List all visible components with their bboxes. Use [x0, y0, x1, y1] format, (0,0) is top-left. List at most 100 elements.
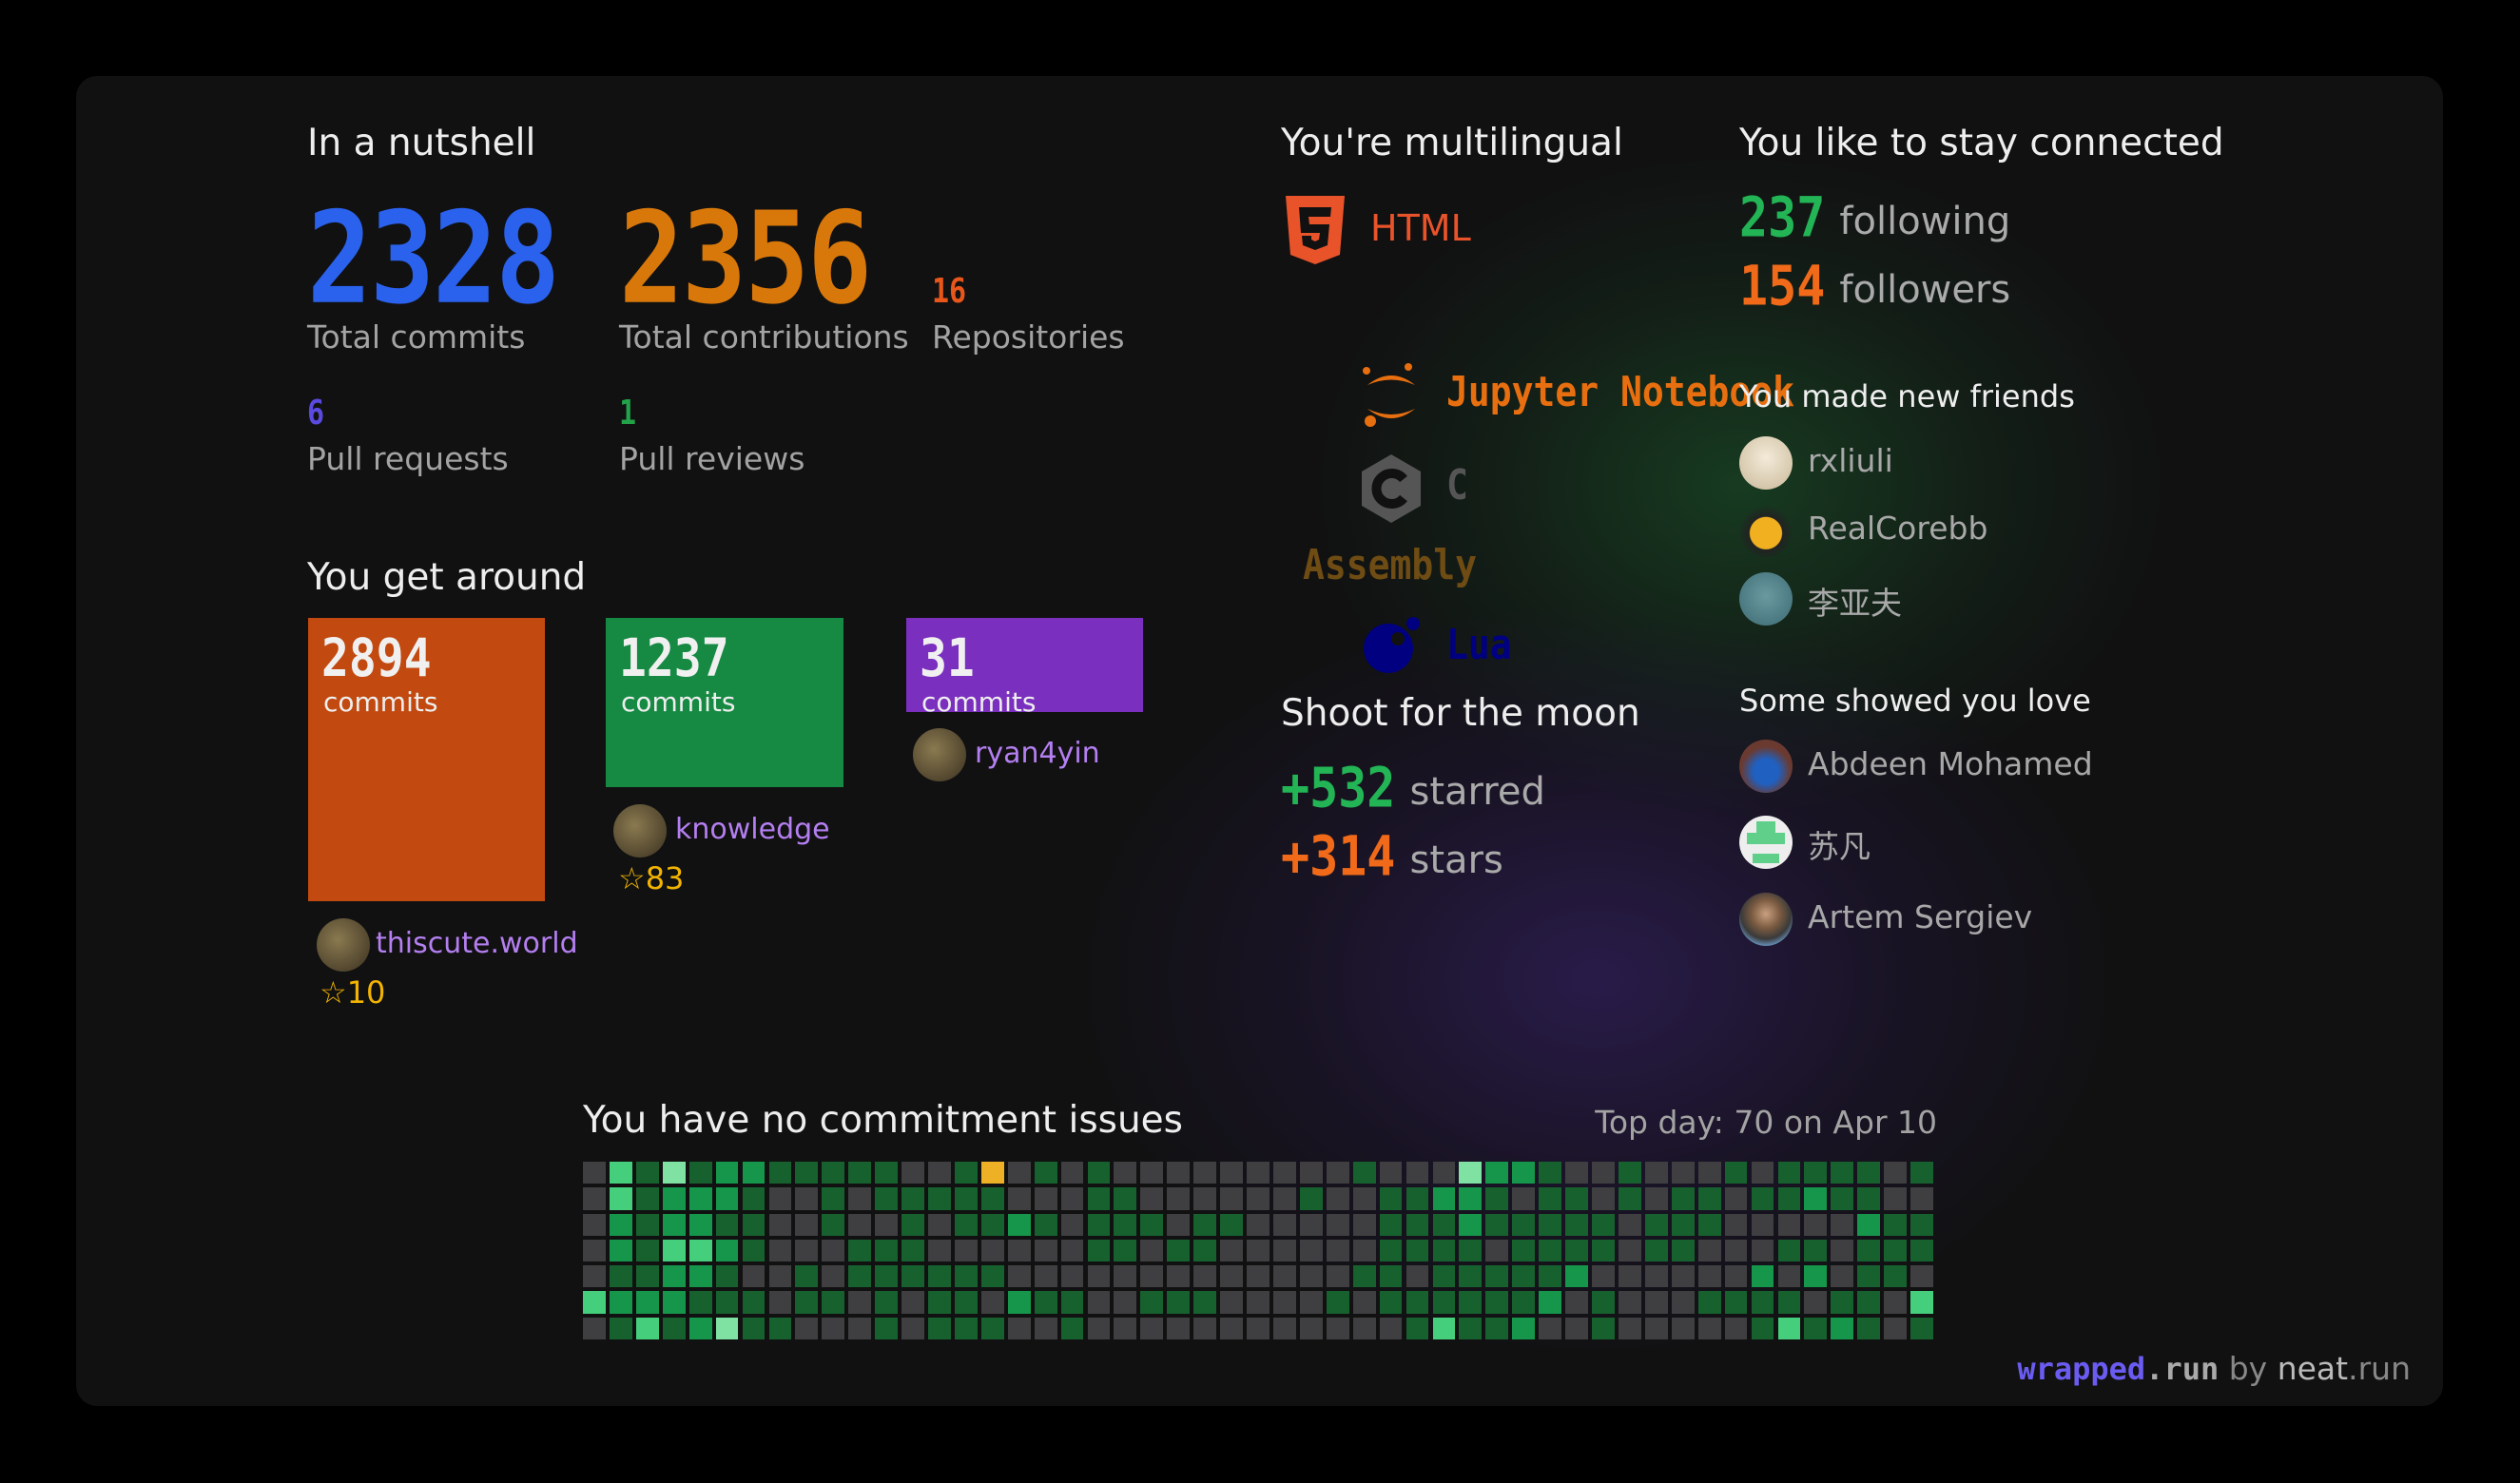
- contribution-cell[interactable]: [1087, 1213, 1111, 1236]
- contribution-cell[interactable]: [1618, 1265, 1641, 1288]
- contribution-cell[interactable]: [1565, 1213, 1588, 1236]
- contribution-cell[interactable]: [715, 1239, 739, 1262]
- contribution-cell[interactable]: [1804, 1239, 1828, 1262]
- contribution-cell[interactable]: [1724, 1265, 1748, 1288]
- contribution-cell[interactable]: [1777, 1265, 1801, 1288]
- contribution-cell[interactable]: [1618, 1162, 1641, 1184]
- friend-name[interactable]: 李亚夫: [1808, 578, 1902, 624]
- contribution-cell[interactable]: [954, 1162, 978, 1184]
- contribution-cell[interactable]: [1193, 1187, 1217, 1210]
- contribution-cell[interactable]: [928, 1317, 951, 1339]
- contribution-cell[interactable]: [1405, 1291, 1429, 1314]
- contribution-cell[interactable]: [609, 1239, 632, 1262]
- contribution-cell[interactable]: [635, 1213, 659, 1236]
- contribution-cell[interactable]: [1644, 1317, 1668, 1339]
- contribution-cell[interactable]: [1273, 1187, 1296, 1210]
- contribution-cell[interactable]: [901, 1317, 924, 1339]
- contribution-cell[interactable]: [1140, 1213, 1164, 1236]
- contribution-cell[interactable]: [1432, 1187, 1456, 1210]
- contribution-cell[interactable]: [1060, 1317, 1084, 1339]
- contribution-cell[interactable]: [742, 1239, 766, 1262]
- contribution-cell[interactable]: [1884, 1317, 1908, 1339]
- contribution-cell[interactable]: [980, 1317, 1004, 1339]
- contribution-cell[interactable]: [1697, 1265, 1721, 1288]
- contribution-cell[interactable]: [1485, 1213, 1509, 1236]
- contribution-cell[interactable]: [822, 1187, 845, 1210]
- contribution-cell[interactable]: [1910, 1317, 1933, 1339]
- contribution-cell[interactable]: [1299, 1213, 1323, 1236]
- contribution-cell[interactable]: [1724, 1187, 1748, 1210]
- contribution-cell[interactable]: [662, 1291, 686, 1314]
- contribution-cell[interactable]: [1884, 1187, 1908, 1210]
- contribution-cell[interactable]: [1379, 1187, 1403, 1210]
- contribution-cell[interactable]: [768, 1239, 792, 1262]
- contribution-cell[interactable]: [1671, 1162, 1695, 1184]
- contribution-cell[interactable]: [1910, 1291, 1933, 1314]
- contribution-cell[interactable]: [1539, 1239, 1562, 1262]
- contribution-cell[interactable]: [1910, 1239, 1933, 1262]
- footer-brand-link[interactable]: wrapped: [2017, 1351, 2145, 1387]
- contribution-cell[interactable]: [1804, 1162, 1828, 1184]
- contribution-cell[interactable]: [1087, 1239, 1111, 1262]
- contribution-cell[interactable]: [954, 1239, 978, 1262]
- contribution-cell[interactable]: [1724, 1239, 1748, 1262]
- contribution-cell[interactable]: [1831, 1239, 1854, 1262]
- contribution-cell[interactable]: [1485, 1317, 1509, 1339]
- contribution-cell[interactable]: [1352, 1213, 1376, 1236]
- contribution-cell[interactable]: [1592, 1317, 1615, 1339]
- contribution-cell[interactable]: [1671, 1317, 1695, 1339]
- contribution-cell[interactable]: [715, 1213, 739, 1236]
- contribution-cell[interactable]: [662, 1213, 686, 1236]
- contribution-cell[interactable]: [768, 1291, 792, 1314]
- contribution-cell[interactable]: [1592, 1239, 1615, 1262]
- contribution-cell[interactable]: [1432, 1265, 1456, 1288]
- contribution-cell[interactable]: [1804, 1213, 1828, 1236]
- contribution-cell[interactable]: [1512, 1162, 1536, 1184]
- contribution-cell[interactable]: [875, 1265, 898, 1288]
- contribution-cell[interactable]: [1884, 1239, 1908, 1262]
- contribution-cell[interactable]: [1299, 1187, 1323, 1210]
- contribution-cell[interactable]: [1724, 1162, 1748, 1184]
- contribution-cell[interactable]: [1459, 1162, 1483, 1184]
- contribution-cell[interactable]: [635, 1265, 659, 1288]
- contribution-cell[interactable]: [795, 1213, 819, 1236]
- contribution-cell[interactable]: [1379, 1239, 1403, 1262]
- contribution-cell[interactable]: [1299, 1265, 1323, 1288]
- contribution-cell[interactable]: [1831, 1162, 1854, 1184]
- contribution-cell[interactable]: [688, 1162, 712, 1184]
- contribution-cell[interactable]: [1220, 1291, 1243, 1314]
- contribution-cell[interactable]: [768, 1213, 792, 1236]
- contribution-cell[interactable]: [1777, 1317, 1801, 1339]
- contribution-cell[interactable]: [1007, 1239, 1031, 1262]
- contribution-cell[interactable]: [1618, 1239, 1641, 1262]
- contribution-cell[interactable]: [1618, 1213, 1641, 1236]
- contribution-cell[interactable]: [1831, 1317, 1854, 1339]
- contribution-cell[interactable]: [1034, 1265, 1057, 1288]
- contribution-cell[interactable]: [1167, 1291, 1191, 1314]
- contribution-cell[interactable]: [1539, 1265, 1562, 1288]
- contribution-cell[interactable]: [928, 1213, 951, 1236]
- contribution-cell[interactable]: [1114, 1265, 1137, 1288]
- contribution-cell[interactable]: [1060, 1162, 1084, 1184]
- contribution-cell[interactable]: [1512, 1317, 1536, 1339]
- contribution-cell[interactable]: [1167, 1162, 1191, 1184]
- contribution-cell[interactable]: [609, 1187, 632, 1210]
- contribution-cell[interactable]: [1273, 1291, 1296, 1314]
- contribution-cell[interactable]: [1114, 1291, 1137, 1314]
- contribution-cell[interactable]: [1777, 1239, 1801, 1262]
- contribution-cell[interactable]: [1193, 1213, 1217, 1236]
- contribution-cell[interactable]: [1405, 1187, 1429, 1210]
- contribution-cell[interactable]: [954, 1291, 978, 1314]
- contribution-cell[interactable]: [1432, 1162, 1456, 1184]
- contribution-cell[interactable]: [1247, 1317, 1270, 1339]
- contribution-cell[interactable]: [1884, 1162, 1908, 1184]
- contribution-cell[interactable]: [1114, 1239, 1137, 1262]
- contribution-cell[interactable]: [1777, 1162, 1801, 1184]
- contribution-cell[interactable]: [1751, 1291, 1774, 1314]
- contribution-cell[interactable]: [1273, 1317, 1296, 1339]
- friend-name[interactable]: rxliuli: [1808, 442, 1893, 479]
- contribution-cell[interactable]: [875, 1213, 898, 1236]
- contribution-cell[interactable]: [1539, 1162, 1562, 1184]
- contribution-cell[interactable]: [954, 1317, 978, 1339]
- contribution-cell[interactable]: [1884, 1213, 1908, 1236]
